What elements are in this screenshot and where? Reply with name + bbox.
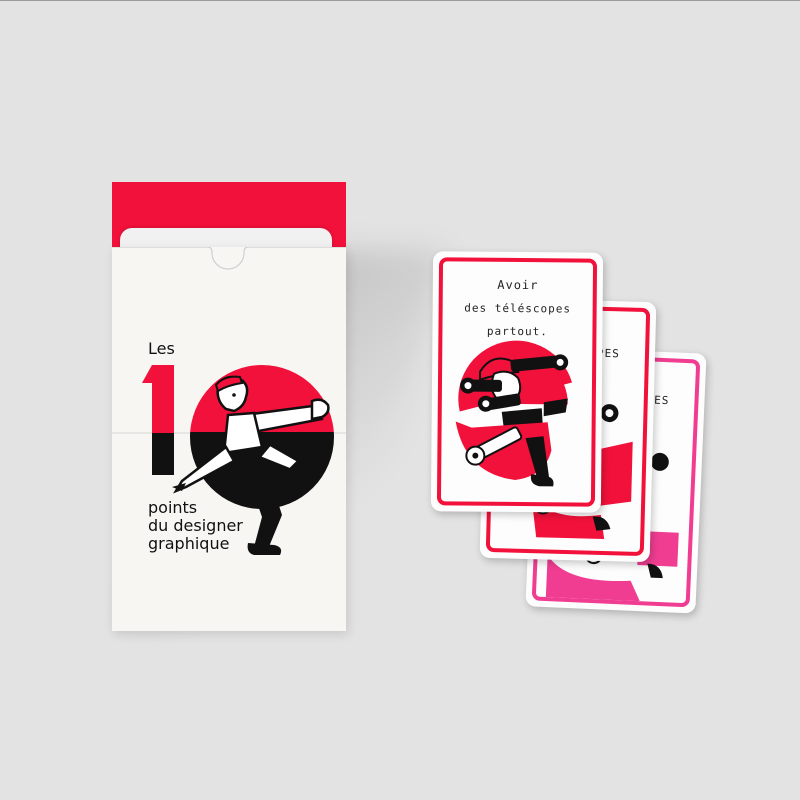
number-one-glyph bbox=[142, 365, 174, 475]
box-subtitle-line-1: points bbox=[148, 498, 198, 517]
card-box-front: Les points du designer graphique bbox=[112, 247, 346, 631]
top-border-line bbox=[0, 0, 800, 1]
box-subtitle-line-2: du designer bbox=[148, 516, 243, 535]
card-front: Avoir des téléscopes partout. bbox=[430, 251, 604, 513]
box-title-prefix: Les bbox=[148, 339, 175, 358]
box-illustration bbox=[112, 247, 346, 555]
box-subtitle: points du designer graphique bbox=[148, 499, 288, 553]
box-subtitle-line-3: graphique bbox=[148, 534, 230, 553]
card-telescope-illustration bbox=[455, 340, 572, 487]
